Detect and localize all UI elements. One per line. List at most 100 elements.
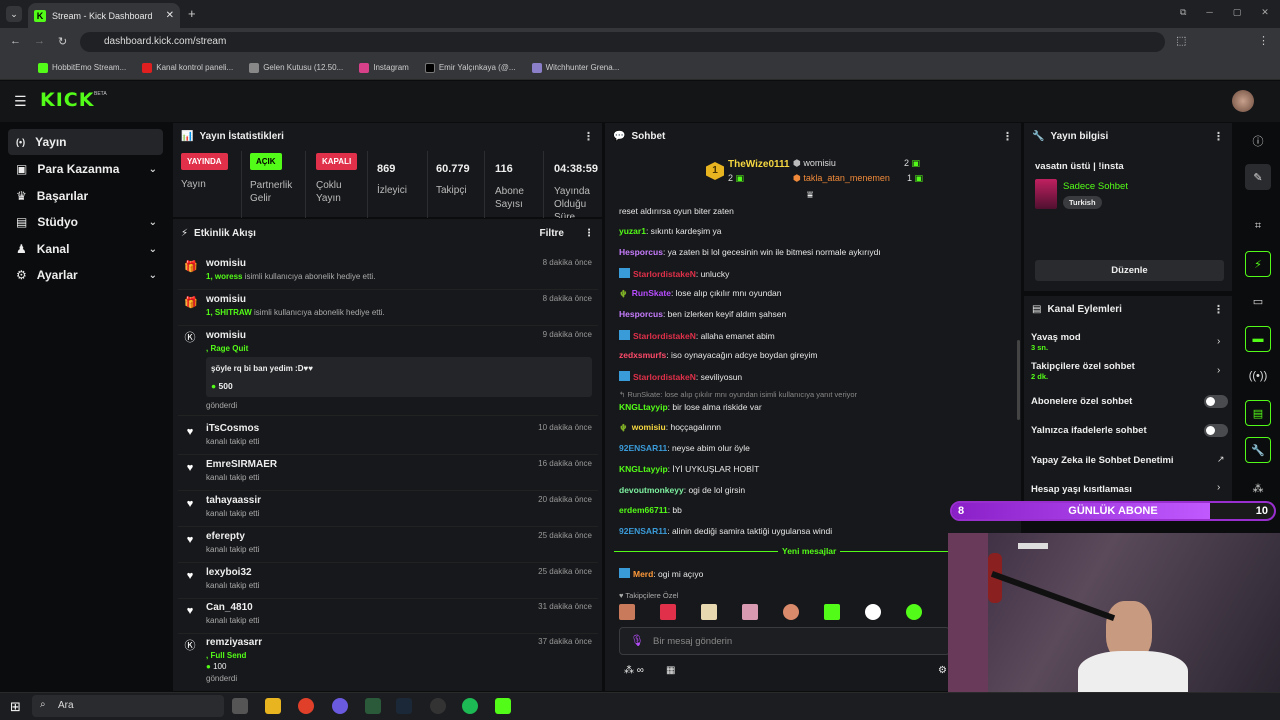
sidebar-item-kanal[interactable]: ♟ Kanal ⌄ bbox=[8, 236, 163, 262]
chrome-icon[interactable] bbox=[298, 698, 314, 714]
window-controls[interactable]: ⧉─▢✕ bbox=[1180, 7, 1280, 18]
emotes-only-toggle[interactable] bbox=[1204, 424, 1228, 437]
bookmark-hobbitemo[interactable]: HobbitEmo Stream... bbox=[38, 62, 126, 73]
reload-icon[interactable]: ↻ bbox=[58, 35, 67, 48]
layout-icon[interactable]: ▤ bbox=[1245, 400, 1271, 426]
file-explorer-icon[interactable] bbox=[265, 698, 281, 714]
browser-menu-icon[interactable]: ⋮ bbox=[1258, 34, 1269, 47]
external-link-icon[interactable]: ↗ bbox=[1217, 454, 1225, 465]
top-gifter-name[interactable]: TheWize0111 bbox=[728, 159, 790, 170]
chevron-down-icon: ⌄ bbox=[148, 216, 157, 228]
chat-username[interactable]: zedxsmurfs bbox=[619, 350, 666, 360]
emote-icon[interactable] bbox=[619, 604, 635, 620]
wrench-icon[interactable]: 🔧 bbox=[1245, 437, 1271, 463]
category-name[interactable]: Sadece Sohbet bbox=[1063, 181, 1128, 192]
emote-icon[interactable] bbox=[783, 604, 799, 620]
chat-username[interactable]: KNGLtayyip bbox=[619, 402, 668, 412]
chat-username[interactable]: erdem66711 bbox=[619, 505, 668, 515]
infinity-icon[interactable]: ⁂ ∞ bbox=[624, 665, 644, 676]
filter-button[interactable]: Filtre bbox=[540, 228, 564, 239]
chat-input[interactable]: 🎙 Bir mesaj gönderin bbox=[619, 627, 950, 655]
chat-username[interactable]: 92ENSAR11 bbox=[619, 526, 667, 536]
windows-start-icon[interactable]: ⊞ bbox=[10, 699, 21, 715]
bookmark-mail[interactable]: Gelen Kutusu (12.50... bbox=[249, 62, 343, 73]
app-icon[interactable] bbox=[332, 698, 348, 714]
edit-button[interactable]: Düzenle bbox=[1035, 260, 1224, 281]
emote-icon[interactable] bbox=[824, 604, 840, 620]
chat-username[interactable]: Hesporcus bbox=[619, 247, 663, 257]
chat-username[interactable]: KNGLtayyip bbox=[619, 464, 668, 474]
task-view-icon[interactable] bbox=[232, 698, 248, 714]
chat-message: StarlordistakeN: unlucky bbox=[619, 268, 729, 279]
chat-icon[interactable]: ▬ bbox=[1245, 326, 1271, 352]
chat-username[interactable]: devoutmonkeyy bbox=[619, 485, 684, 495]
back-icon[interactable]: ← bbox=[10, 35, 21, 47]
ai-moderation-item[interactable]: Yapay Zeka ile Sohbet Denetimi bbox=[1031, 455, 1174, 466]
kebab-menu-icon[interactable]: ⋮ bbox=[1213, 303, 1224, 316]
sidebar-item-yayin[interactable]: (•) Yayın bbox=[8, 129, 163, 155]
document-icon[interactable]: ▭ bbox=[1245, 288, 1271, 314]
kebab-menu-icon[interactable]: ⋮ bbox=[1002, 130, 1013, 143]
kebab-menu-icon[interactable]: ⋮ bbox=[1213, 130, 1224, 143]
chat-username[interactable]: StarlordistakeN bbox=[633, 372, 696, 382]
chat-text: bir lose alma riskide var bbox=[672, 402, 762, 412]
xbox-icon[interactable] bbox=[365, 698, 381, 714]
bookmark-x[interactable]: Emir Yalçınkaya (@... bbox=[424, 62, 516, 73]
extensions-icon[interactable]: ⬚ bbox=[1176, 34, 1186, 47]
uptime: 04:38:59 bbox=[554, 163, 599, 175]
kick-logo[interactable]: KICK bbox=[40, 89, 94, 111]
crop-icon[interactable]: ⌗ bbox=[1245, 213, 1271, 239]
kebab-menu-icon[interactable]: ⋮ bbox=[584, 228, 594, 239]
chevron-right-icon[interactable]: › bbox=[1217, 365, 1220, 376]
emote-icon[interactable] bbox=[701, 604, 717, 620]
info-icon[interactable]: ⓘ bbox=[1245, 128, 1271, 154]
emote-icon[interactable] bbox=[865, 604, 881, 620]
obs-icon[interactable] bbox=[430, 698, 446, 714]
steam-icon[interactable] bbox=[396, 698, 412, 714]
sidebar-item-basarilar[interactable]: ♛ Başarılar bbox=[8, 183, 163, 209]
followers-only-item[interactable]: Takipçilere özel sohbet 2 dk. bbox=[1031, 361, 1135, 381]
bookmark-witchhunter[interactable]: Witchhunter Grena... bbox=[531, 62, 619, 73]
subs-only-toggle[interactable] bbox=[1204, 395, 1228, 408]
new-tab-button[interactable]: + bbox=[188, 6, 196, 21]
bookmark-youtube[interactable]: Kanal kontrol paneli... bbox=[142, 62, 233, 73]
bolt-icon[interactable]: ⚡ bbox=[1245, 251, 1271, 277]
chat-username[interactable]: womisiu bbox=[632, 422, 666, 432]
slow-mode-item[interactable]: Yavaş mod 3 sn. bbox=[1031, 332, 1081, 352]
sidebar-item-studyo[interactable]: ▤ Stüdyo ⌄ bbox=[8, 209, 163, 235]
bookmark-instagram[interactable]: Instagram bbox=[359, 62, 409, 73]
broadcast-icon[interactable]: ((•)) bbox=[1245, 363, 1271, 389]
gear-icon[interactable]: ⚙ bbox=[938, 665, 947, 676]
emote-icon[interactable] bbox=[742, 604, 758, 620]
sidebar-item-para-kazanma[interactable]: ▣ Para Kazanma ⌄ bbox=[8, 156, 163, 182]
chat-username[interactable]: RunSkate bbox=[632, 288, 671, 298]
store-icon[interactable]: ▦ bbox=[666, 665, 675, 676]
chat-username[interactable]: StarlordistakeN bbox=[633, 331, 696, 341]
tab-search-button[interactable]: ⌄ bbox=[6, 6, 22, 22]
edit-icon[interactable]: ✎ bbox=[1245, 164, 1271, 190]
settings-icon[interactable]: ⁂ bbox=[1245, 475, 1271, 501]
url-field[interactable]: dashboard.kick.com/stream bbox=[80, 32, 1165, 52]
emote-icon[interactable] bbox=[906, 604, 922, 620]
chat-username[interactable]: Hesporcus bbox=[619, 309, 663, 319]
emote-icon[interactable] bbox=[660, 604, 676, 620]
hamburger-menu-icon[interactable]: ☰ bbox=[14, 93, 27, 110]
chat-username[interactable]: yuzar1 bbox=[619, 226, 646, 236]
kebab-menu-icon[interactable]: ⋮ bbox=[583, 130, 594, 143]
chat-scrollbar[interactable] bbox=[1017, 340, 1020, 420]
chat-username[interactable]: StarlordistakeN bbox=[633, 269, 696, 279]
forward-icon[interactable]: → bbox=[34, 35, 45, 47]
avatar[interactable] bbox=[1232, 90, 1254, 112]
browser-tab[interactable]: K Stream - Kick Dashboard ✕ bbox=[28, 3, 180, 28]
taskbar-search[interactable]: ⌕ Ara bbox=[32, 695, 224, 717]
collapse-icon[interactable]: ⩸ bbox=[807, 190, 813, 201]
sidebar-item-ayarlar[interactable]: ⚙ Ayarlar ⌄ bbox=[8, 262, 163, 288]
close-tab-icon[interactable]: ✕ bbox=[166, 10, 174, 21]
kick-app-icon[interactable] bbox=[495, 698, 511, 714]
chevron-right-icon[interactable]: › bbox=[1217, 336, 1220, 347]
account-age-item[interactable]: Hesap yaşı kısıtlaması bbox=[1031, 484, 1132, 495]
chevron-right-icon[interactable]: › bbox=[1217, 482, 1220, 493]
mic-icon[interactable]: 🎙 bbox=[630, 634, 644, 647]
spotify-icon[interactable] bbox=[462, 698, 478, 714]
chat-username[interactable]: 92ENSAR11 bbox=[619, 443, 667, 453]
